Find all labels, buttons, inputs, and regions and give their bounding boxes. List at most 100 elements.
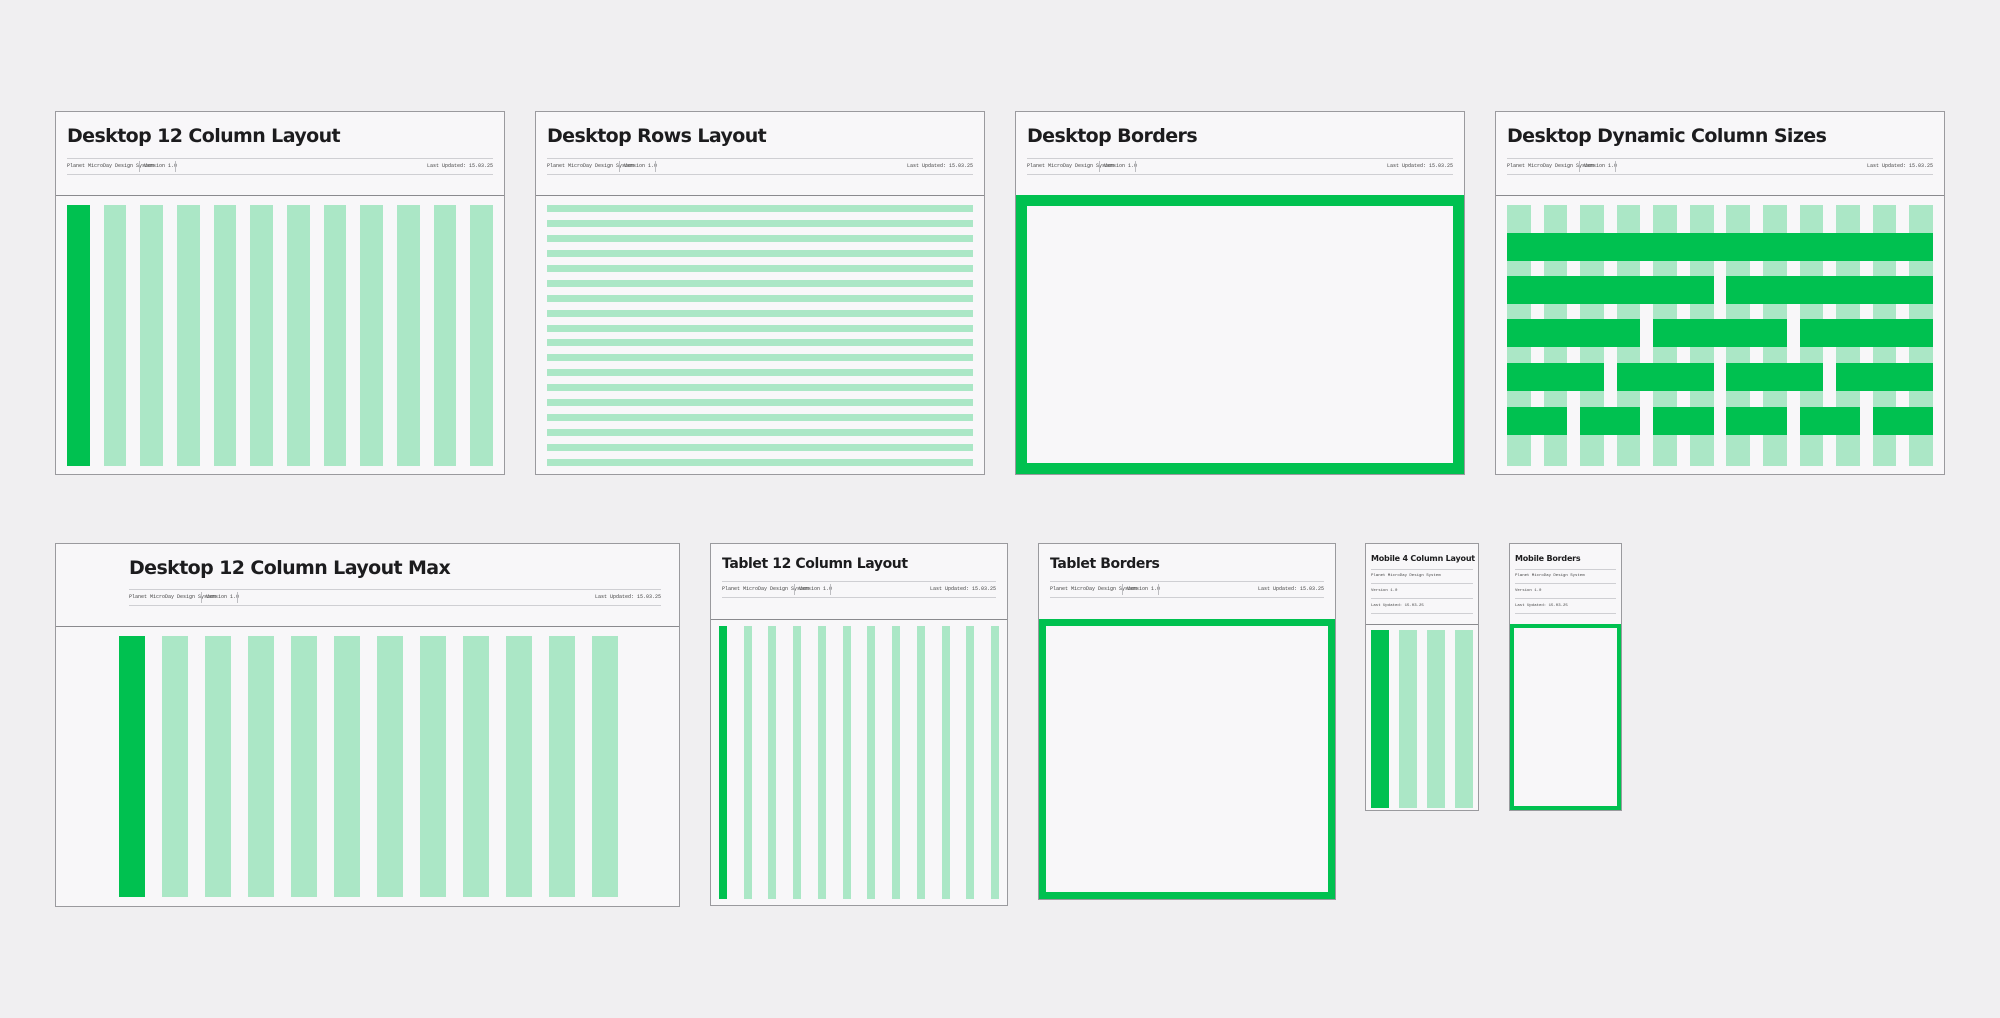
- column: [213, 205, 237, 466]
- card-title: Mobile Borders: [1515, 554, 1581, 563]
- column: [419, 636, 447, 897]
- meta-updated: Last Updated: 15.03.25: [594, 594, 661, 600]
- card-desktop-rows[interactable]: Desktop Rows Layout Planet MicroDay Desi…: [535, 111, 985, 475]
- meta-system: Planet MicroDay Design System: [547, 163, 635, 169]
- card-title: Desktop Dynamic Column Sizes: [1507, 125, 1827, 147]
- meta-system: Planet MicroDay Design System: [1371, 574, 1441, 578]
- card-meta: Planet MicroDay Design System Version 1.…: [1027, 158, 1453, 175]
- meta-updated: Last Updated: 15.03.25: [1866, 163, 1933, 169]
- column: [1399, 630, 1417, 808]
- column: [287, 205, 310, 466]
- card-header: Desktop Dynamic Column Sizes Planet Micr…: [1496, 112, 1944, 196]
- column: [140, 205, 163, 466]
- card-tablet-borders[interactable]: Tablet Borders Planet MicroDay Design Sy…: [1038, 543, 1336, 900]
- column: [1455, 630, 1473, 808]
- row: [547, 459, 973, 466]
- grid-dynamic: [1496, 195, 1944, 474]
- column: [290, 636, 318, 897]
- column: [1427, 630, 1445, 808]
- column: [867, 626, 876, 899]
- span-block: [1507, 319, 1641, 347]
- column: [323, 205, 347, 466]
- column: [817, 626, 826, 899]
- card-header: Desktop 12 Column Layout Planet MicroDay…: [56, 112, 504, 196]
- card-header: Tablet 12 Column Layout Planet MicroDay …: [711, 544, 1007, 620]
- column: [966, 626, 975, 899]
- card-desktop-12-column-max[interactable]: Desktop 12 Column Layout Max Planet Micr…: [55, 543, 680, 907]
- meta-version: Version 1.0: [624, 163, 658, 169]
- column: [991, 626, 999, 899]
- span-block: [1726, 276, 1933, 304]
- meta-updated: Last Updated: 15.03.25: [1257, 586, 1324, 592]
- column-highlighted: [119, 636, 146, 897]
- card-mobile-4-column[interactable]: Mobile 4 Column Layout Planet MicroDay D…: [1365, 543, 1479, 811]
- row: [547, 249, 973, 257]
- column: [161, 636, 189, 897]
- column: [793, 626, 802, 899]
- meta-updated: Last Updated: 15.03.25: [1371, 604, 1424, 608]
- column: [548, 636, 576, 897]
- column: [470, 205, 493, 466]
- column: [250, 205, 273, 466]
- card-header: Mobile 4 Column Layout Planet MicroDay D…: [1366, 544, 1478, 625]
- row: [547, 219, 973, 227]
- card-desktop-borders[interactable]: Desktop Borders Planet MicroDay Design S…: [1015, 111, 1465, 475]
- card-header: Desktop Rows Layout Planet MicroDay Desi…: [536, 112, 984, 196]
- meta-system: Planet MicroDay Design System: [1507, 163, 1595, 169]
- column: [103, 205, 127, 466]
- row: [547, 234, 973, 242]
- card-header: Desktop Borders Planet MicroDay Design S…: [1016, 112, 1464, 196]
- column: [743, 626, 752, 899]
- meta-version: Version 1.0: [1584, 163, 1618, 169]
- grid-12-columns-tablet: [711, 619, 1007, 905]
- column: [941, 626, 950, 899]
- row: [547, 369, 973, 377]
- meta-system: Planet MicroDay Design System: [67, 163, 155, 169]
- row: [547, 399, 973, 407]
- row: [547, 414, 973, 422]
- span-block: [1616, 363, 1714, 391]
- meta-version: Version 1.0: [1515, 589, 1542, 593]
- meta-updated: Last Updated: 15.03.25: [426, 163, 493, 169]
- card-title: Tablet Borders: [1050, 556, 1160, 572]
- card-title: Desktop 12 Column Layout: [67, 125, 341, 147]
- meta-version: Version 1.0: [144, 163, 178, 169]
- row: [547, 444, 973, 452]
- grid-4-columns: [1366, 624, 1478, 810]
- meta-version: Version 1.0: [1104, 163, 1138, 169]
- meta-system: Planet MicroDay Design System: [722, 586, 810, 592]
- row: [547, 384, 973, 392]
- card-tablet-12-column[interactable]: Tablet 12 Column Layout Planet MicroDay …: [710, 543, 1008, 906]
- card-desktop-dynamic-columns[interactable]: Desktop Dynamic Column Sizes Planet Micr…: [1495, 111, 1945, 475]
- card-meta: Planet MicroDay Design System Version 1.…: [67, 158, 493, 175]
- card-mobile-borders[interactable]: Mobile Borders Planet MicroDay Design Sy…: [1509, 543, 1622, 811]
- column-highlighted: [1371, 630, 1389, 808]
- grid-12-columns-max: [56, 626, 679, 906]
- span-block: [1507, 407, 1568, 435]
- meta-system: Planet MicroDay Design System: [1050, 586, 1138, 592]
- span-block: [1580, 407, 1641, 435]
- span-block: [1872, 407, 1933, 435]
- row: [547, 429, 973, 437]
- span-block: [1726, 407, 1787, 435]
- column: [591, 636, 618, 897]
- span-block: [1507, 233, 1933, 261]
- card-desktop-12-column[interactable]: Desktop 12 Column Layout Planet MicroDay…: [55, 111, 505, 475]
- meta-updated: Last Updated: 15.03.25: [1515, 604, 1568, 608]
- column-highlighted: [67, 205, 90, 466]
- span-block: [1653, 407, 1714, 435]
- row: [547, 339, 973, 347]
- card-title: Desktop Borders: [1027, 125, 1198, 147]
- card-title: Tablet 12 Column Layout: [722, 556, 908, 572]
- card-header: Mobile Borders Planet MicroDay Design Sy…: [1510, 544, 1621, 625]
- meta-version: Version 1.0: [1127, 586, 1161, 592]
- column: [505, 636, 533, 897]
- span-block: [1507, 276, 1714, 304]
- row: [547, 324, 973, 332]
- meta-system: Planet MicroDay Design System: [1515, 574, 1585, 578]
- column: [360, 205, 383, 466]
- column: [397, 205, 420, 466]
- grid-12-columns: [56, 195, 504, 474]
- meta-updated: Last Updated: 15.03.25: [906, 163, 973, 169]
- meta-updated: Last Updated: 15.03.25: [929, 586, 996, 592]
